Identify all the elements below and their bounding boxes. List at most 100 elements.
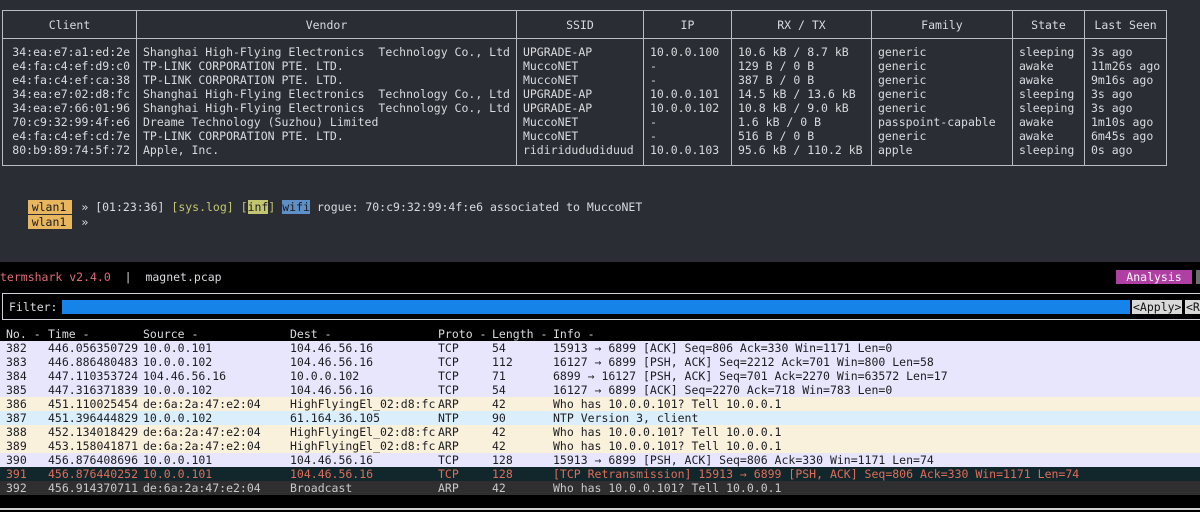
title-separator: | (124, 270, 132, 284)
packet-number: 382 (6, 341, 27, 355)
packet-length: 42 (492, 481, 506, 495)
vendor: Shanghai High-Flying Electronics Technol… (136, 101, 517, 115)
packet-length: 112 (492, 355, 513, 369)
column-header-proto[interactable]: Proto - (438, 327, 486, 341)
packet-info: 15913 → 6899 [PSH, ACK] Seq=806 Ack=330 … (553, 453, 934, 467)
packet-length: 42 (492, 397, 506, 411)
packet-row[interactable]: 388 452.134018429 de:6a:2a:47:e2:04 HighFly… (0, 425, 1200, 439)
family: generic (870, 129, 1013, 143)
filter-label: Filter: (9, 300, 58, 314)
prompt-chevron: » (81, 215, 89, 229)
log-timestamp: [01:23:36] (95, 200, 165, 214)
last-seen: 1m10s ago (1083, 115, 1168, 129)
last-seen: 9m16s ago (1083, 73, 1168, 87)
packet-list: 382 446.056350729 10.0.0.101 104.46.56.16 TC… (0, 341, 1200, 495)
packet-info: 16127 → 6899 [ACK] Seq=2270 Ack=718 Win=… (553, 383, 893, 397)
packet-number: 384 (6, 369, 27, 383)
packet-number: 385 (6, 383, 27, 397)
packet-dest: HighFlyingEl_02:d8:fc (290, 425, 436, 439)
packet-length: 128 (492, 467, 513, 481)
column-header-source[interactable]: Source - (143, 327, 198, 341)
ssid: ridiridududiduud (515, 143, 644, 166)
client-mac: 34:ea:e7:66:01:96 (2, 101, 137, 115)
column-header-rx-tx: RX / TX (730, 10, 872, 39)
client-row: 70:c9:32:99:4f:e6 Dreame Technology (Suzh… (2, 115, 1168, 129)
packet-time: 447.110353724 (48, 369, 139, 383)
packet-length: 71 (492, 369, 506, 383)
command-prompt[interactable]: wlan1 » (0, 201, 88, 229)
column-header-info[interactable]: Info - (553, 327, 595, 341)
packet-number: 388 (6, 425, 27, 439)
packet-info: 15913 → 6899 [ACK] Seq=806 Ack=330 Win=1… (553, 341, 893, 355)
packet-protocol: ARP (438, 425, 459, 439)
family: generic (870, 101, 1013, 115)
wifi-clients-table: Client Vendor SSID IP RX / TX Family Sta… (2, 10, 1168, 166)
vendor: Apple, Inc. (136, 143, 517, 166)
packet-row[interactable]: 384 447.110353724 104.46.56.16 10.0.0.102 TC… (0, 369, 1200, 383)
packet-time: 452.134018429 (48, 425, 139, 439)
log-message: rogue: 70:c9:32:99:4f:e6 associated to M… (316, 200, 643, 214)
log-level-close: ] (268, 200, 276, 214)
packet-number: 383 (6, 355, 27, 369)
packet-number: 387 (6, 411, 27, 425)
client-row: 34:ea:e7:66:01:96 Shanghai High-Flying El… (2, 101, 1168, 115)
column-header-no[interactable]: No. - (6, 327, 41, 341)
packet-row[interactable]: 383 446.886480483 10.0.0.102 104.46.56.16 TC… (0, 355, 1200, 369)
log-level-open: [ (240, 200, 248, 214)
packet-protocol: TCP (438, 341, 459, 355)
menu-button-edge[interactable] (1196, 270, 1200, 284)
packet-dest: HighFlyingEl_02:d8:fc (290, 439, 436, 453)
client-mac: 70:c9:32:99:4f:e6 (2, 115, 137, 129)
packet-info: 6899 → 16127 [PSH, ACK] Seq=701 Ack=2270… (553, 369, 948, 383)
app-name: termshark v2.4.0 (0, 270, 111, 284)
packet-list-scrollbar[interactable] (0, 508, 1200, 510)
recent-filters-button[interactable]: <Recent> (1185, 300, 1200, 314)
family: generic (870, 38, 1013, 59)
client-mac: 34:ea:e7:a1:ed:2e (2, 38, 137, 59)
packet-dest: 10.0.0.102 (290, 369, 360, 383)
packet-row[interactable]: 385 447.316371839 10.0.0.102 104.46.56.16 TC… (0, 383, 1200, 397)
packet-protocol: ARP (438, 439, 459, 453)
column-header-family: Family (870, 10, 1013, 39)
ip-address: - (642, 73, 732, 87)
packet-time: 446.056350729 (48, 341, 139, 355)
packet-row[interactable]: 382 446.056350729 10.0.0.101 104.46.56.16 TC… (0, 341, 1200, 355)
packet-number: 391 (6, 467, 27, 481)
packet-number: 392 (6, 481, 27, 495)
packet-row[interactable]: 390 456.876408696 10.0.0.101 104.46.56.16 TC… (0, 453, 1200, 467)
vendor: Dreame Technology (Suzhou) Limited (136, 115, 517, 129)
family: generic (870, 59, 1013, 73)
analysis-menu-button[interactable]: Analysis (1116, 270, 1192, 284)
ip-address: - (642, 59, 732, 73)
rx-tx: 129 B / 0 B (730, 59, 872, 73)
packet-number: 386 (6, 397, 27, 411)
packet-row[interactable]: 389 453.158041871 de:6a:2a:47:e2:04 HighFly… (0, 439, 1200, 453)
family: generic (870, 73, 1013, 87)
ssid: MuccoNET (515, 59, 644, 73)
vendor: Shanghai High-Flying Electronics Technol… (136, 38, 517, 59)
column-header-time[interactable]: Time - (48, 327, 90, 341)
packet-row-selected[interactable]: 392 456.914370711 de:6a:2a:47:e2:04 Broadca… (0, 481, 1200, 495)
vendor: TP-LINK CORPORATION PTE. LTD. (136, 129, 517, 143)
rx-tx: 10.6 kB / 8.7 kB (730, 38, 872, 59)
column-header-length[interactable]: Length - (492, 327, 547, 341)
ssid: MuccoNET (515, 73, 644, 87)
log-line: wlan1» [01:23:36] [sys.log] [inf] wifi r… (0, 186, 642, 214)
packet-row[interactable]: 386 451.110025454 de:6a:2a:47:e2:04 HighFly… (0, 397, 1200, 411)
packet-number: 390 (6, 453, 27, 467)
vendor: TP-LINK CORPORATION PTE. LTD. (136, 59, 517, 73)
rx-tx: 516 B / 0 B (730, 129, 872, 143)
packet-dest: 104.46.56.16 (290, 341, 374, 355)
apply-filter-button[interactable]: <Apply> (1132, 300, 1183, 314)
family: generic (870, 87, 1013, 101)
display-filter-input[interactable] (62, 300, 1130, 314)
last-seen: 11m26s ago (1083, 59, 1168, 73)
state: awake (1011, 115, 1085, 129)
client-row: 80:b9:89:74:5f:72 Apple, Inc. ridiridududi… (2, 143, 1168, 166)
ssid: MuccoNET (515, 129, 644, 143)
packet-row[interactable]: 391 456.876440252 10.0.0.101 104.46.56.16 TC… (0, 467, 1200, 481)
column-header-dest[interactable]: Dest - (290, 327, 332, 341)
packet-time: 446.886480483 (48, 355, 139, 369)
client-row: 34:ea:e7:a1:ed:2e Shanghai High-Flying El… (2, 38, 1168, 59)
packet-row[interactable]: 387 451.396444829 10.0.0.102 61.164.36.105 N… (0, 411, 1200, 425)
